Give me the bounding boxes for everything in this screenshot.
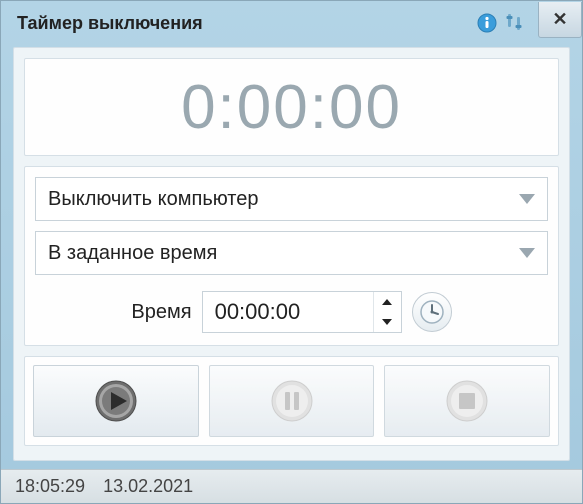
status-date: 13.02.2021 [103, 476, 193, 497]
countdown-display: 0:00:00 [24, 58, 559, 156]
stop-button[interactable] [384, 365, 550, 437]
time-label: Время [131, 301, 191, 324]
chevron-down-icon [519, 194, 535, 204]
spinner-down-button[interactable] [374, 312, 401, 332]
stop-icon [445, 379, 489, 423]
pause-button[interactable] [209, 365, 375, 437]
start-button[interactable] [33, 365, 199, 437]
close-button[interactable]: ✕ [538, 2, 582, 38]
action-select-value: Выключить компьютер [48, 188, 259, 211]
pause-icon [270, 379, 314, 423]
titlebar: Таймер выключения ✕ [1, 1, 582, 45]
info-icon[interactable] [476, 12, 498, 34]
mode-select-value: В заданное время [48, 242, 217, 265]
titlebar-actions: ✕ [476, 8, 582, 38]
window-title: Таймер выключения [17, 13, 476, 34]
spinner-up-button[interactable] [374, 292, 401, 312]
chevron-down-icon [519, 248, 535, 258]
time-spinner[interactable]: 00:00:00 [202, 291, 402, 333]
status-time: 18:05:29 [15, 476, 85, 497]
play-icon [94, 379, 138, 423]
time-spinner-arrows [373, 292, 401, 332]
time-spinner-value[interactable]: 00:00:00 [203, 292, 373, 332]
set-current-time-button[interactable] [412, 292, 452, 332]
statusbar: 18:05:29 13.02.2021 [1, 469, 582, 503]
countdown-value: 0:00:00 [181, 72, 402, 143]
client-area: 0:00:00 Выключить компьютер В заданное в… [13, 47, 570, 461]
time-row: Время 00:00:00 [35, 285, 548, 335]
app-window: Таймер выключения ✕ [0, 0, 583, 504]
action-select[interactable]: Выключить компьютер [35, 177, 548, 221]
controls-panel: Выключить компьютер В заданное время Вре… [24, 166, 559, 346]
playback-panel [24, 356, 559, 446]
clock-icon [419, 299, 445, 325]
settings-icon[interactable] [504, 12, 526, 34]
close-icon: ✕ [552, 9, 567, 30]
mode-select[interactable]: В заданное время [35, 231, 548, 275]
